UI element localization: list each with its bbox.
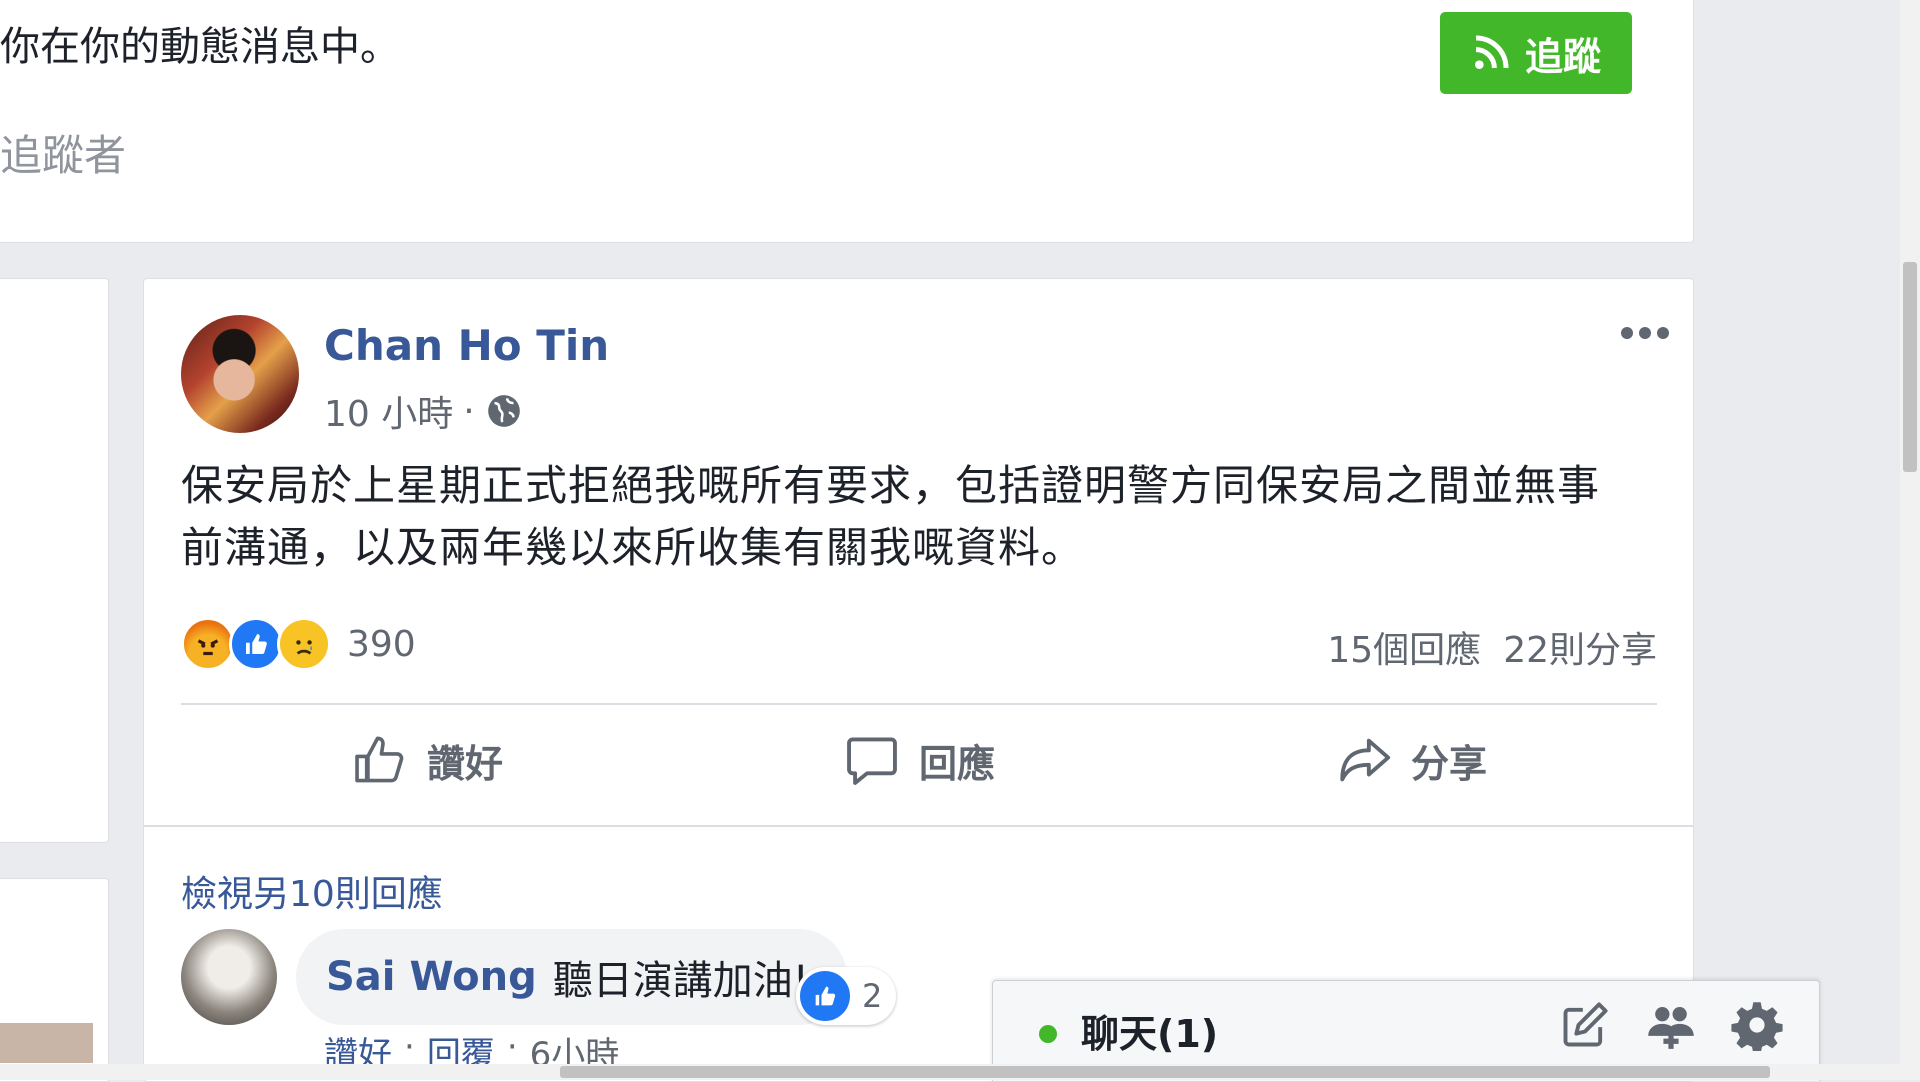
vertical-scrollbar-thumb[interactable] xyxy=(1903,262,1917,472)
comment-like-count: 2 xyxy=(862,977,883,1015)
chat-label[interactable]: 聊天(1) xyxy=(1081,1003,1218,1058)
post-card: Chan Ho Tin 10 小時 · 保安局於上星期正式拒絕我嘅所有要求，包括… xyxy=(143,278,1694,1082)
commenter-avatar[interactable] xyxy=(181,929,277,1025)
share-button[interactable]: 分享 xyxy=(1165,709,1657,811)
post-stats: 15個回應 22則分享 xyxy=(1327,621,1657,673)
comment-bubble-icon xyxy=(847,737,897,785)
commenter-name[interactable]: Sai Wong xyxy=(326,954,537,1000)
comment-bubble: Sai Wong 聽日演講加油! xyxy=(296,929,847,1025)
gear-icon[interactable] xyxy=(1731,999,1783,1051)
reaction-count: 390 xyxy=(347,623,416,665)
divider xyxy=(181,703,1657,705)
thumbnail-image[interactable] xyxy=(0,1023,93,1063)
shares-count[interactable]: 22則分享 xyxy=(1503,621,1657,673)
like-button-label: 讚好 xyxy=(426,741,503,786)
page-follow-card: 你在你的動態消息中。 追蹤者 追蹤 xyxy=(0,0,1694,243)
share-button-label: 分享 xyxy=(1410,741,1487,786)
comment-button[interactable]: 回應 xyxy=(673,709,1165,811)
more-options-icon[interactable] xyxy=(1621,327,1669,339)
meta-separator: · xyxy=(463,390,475,432)
comment-like-badge[interactable]: 2 xyxy=(796,967,897,1025)
left-column-card xyxy=(0,278,109,843)
comment-button-label: 回應 xyxy=(918,741,995,786)
vertical-scrollbar[interactable] xyxy=(1900,0,1920,1080)
compose-icon[interactable] xyxy=(1559,999,1611,1051)
horizontal-scrollbar-thumb[interactable] xyxy=(560,1066,1770,1078)
online-status-dot xyxy=(1039,1025,1057,1043)
like-icon xyxy=(800,971,850,1021)
view-more-comments-link[interactable]: 檢視另10則回應 xyxy=(181,865,443,917)
globe-icon[interactable] xyxy=(485,392,523,430)
author-avatar[interactable] xyxy=(181,315,299,433)
comment-text: 聽日演講加油! xyxy=(552,958,809,1004)
post-body: 保安局於上星期正式拒絕我嘅所有要求，包括證明警方同保安局之間並無事前溝通，以及兩… xyxy=(181,461,1601,572)
feed-info-text: 你在你的動態消息中。 xyxy=(0,24,400,70)
post-timestamp[interactable]: 10 小時 xyxy=(324,385,453,437)
create-group-icon[interactable] xyxy=(1645,999,1697,1051)
chat-controls xyxy=(1559,999,1783,1051)
thumbs-up-icon xyxy=(355,736,404,783)
divider xyxy=(144,825,1693,827)
sad-icon xyxy=(277,617,331,671)
post-action-bar: 讚好 回應 分享 xyxy=(181,709,1657,811)
comments-count[interactable]: 15個回應 xyxy=(1327,621,1481,673)
post-meta: 10 小時 · xyxy=(324,385,523,437)
reaction-summary[interactable]: 390 xyxy=(181,617,416,671)
angry-icon xyxy=(181,617,235,671)
share-arrow-icon xyxy=(1340,738,1391,782)
post-author-name[interactable]: Chan Ho Tin xyxy=(324,321,609,370)
followers-label: 追蹤者 xyxy=(0,131,127,180)
like-icon xyxy=(229,617,283,671)
follow-button-label: 追蹤 xyxy=(1524,34,1601,79)
follow-button[interactable]: 追蹤 xyxy=(1440,12,1632,94)
rss-icon xyxy=(1474,35,1509,69)
like-button[interactable]: 讚好 xyxy=(181,709,673,811)
